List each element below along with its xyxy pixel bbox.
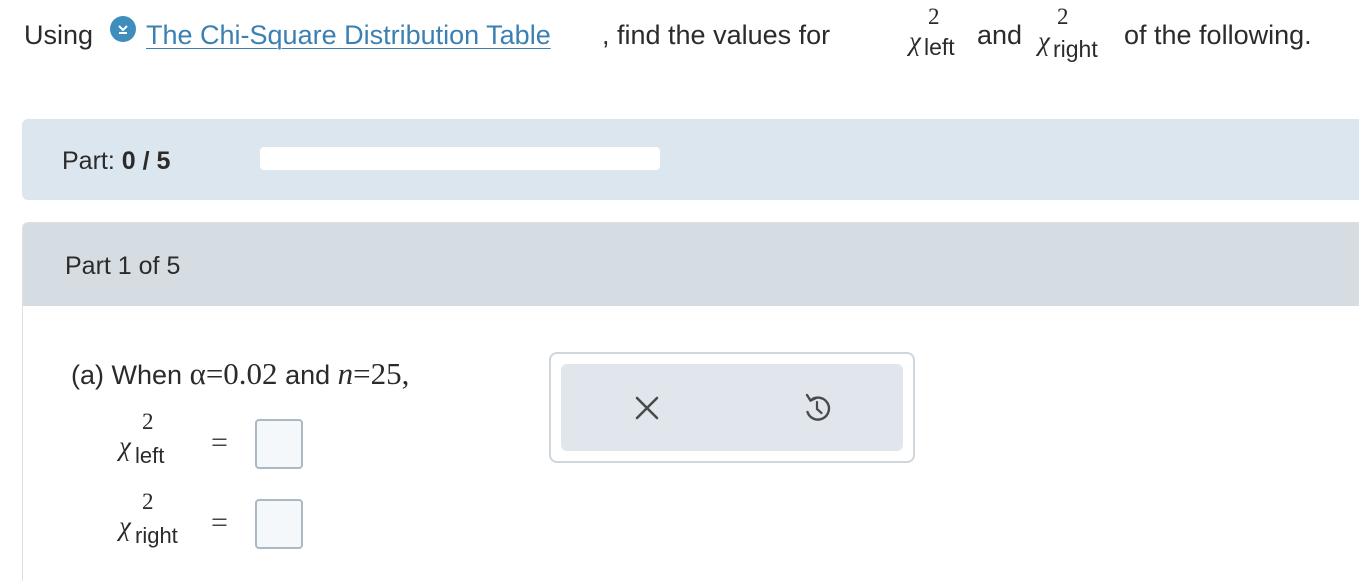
alpha-equals: = [205,356,224,391]
answer-right-subscript: right [135,523,178,548]
question-prefix: (a) When [71,360,183,390]
prompt-lead: Using [24,20,94,50]
part-title: Part 1 of 5 [65,252,181,280]
answer-right-superscript: 2 [142,489,154,514]
instructions: Using The Chi-Square Distribution Table … [24,0,1359,70]
part-panel: Part 1 of 5 (a) When α=0.02 and n=25, χ … [22,222,1359,581]
chi-right-input[interactable] [255,499,303,549]
answer-right-symbol: χ [119,511,131,541]
undo-icon[interactable] [797,388,837,428]
answer-left-subscript: left [135,443,165,468]
progress-bar [260,147,660,170]
download-icon[interactable] [110,16,136,42]
n-value: 25, [370,356,410,391]
answer-toolbar [549,352,915,463]
chi-left-input[interactable] [255,419,303,469]
question-text: (a) When α=0.02 and n=25, [71,347,409,402]
progress-panel: Part: 0 / 5 [22,119,1359,200]
n-equals: = [353,356,371,391]
chi-right-symbol: χ [1038,26,1050,56]
answer-left-superscript: 2 [142,409,154,434]
prompt-tail: of the following. [1124,20,1312,50]
progress-count: 0 / 5 [121,147,171,175]
prompt-middle: , find the values for [602,20,831,50]
answer-right-equals: = [211,506,228,539]
part-header: Part 1 of 5 [23,223,1359,306]
alpha-value: 0.02 [223,356,278,391]
question-and: and [285,360,331,390]
alpha-symbol: α [189,356,206,391]
chi-left-subscript: left [924,34,955,60]
answer-left-symbol: χ [119,431,131,461]
close-icon[interactable] [627,388,667,428]
toolbar-inner [561,364,903,451]
progress-label: Part: 0 / 5 [62,119,170,203]
chi-left-symbol: χ [909,26,921,56]
chi-square-table-link[interactable]: The Chi-Square Distribution Table [146,0,551,70]
n-variable: n [337,356,354,391]
prompt-and: and [977,20,1023,50]
chi-right-subscript: right [1053,36,1098,62]
answer-left-equals: = [211,426,228,459]
progress-label-text: Part: [62,147,115,175]
